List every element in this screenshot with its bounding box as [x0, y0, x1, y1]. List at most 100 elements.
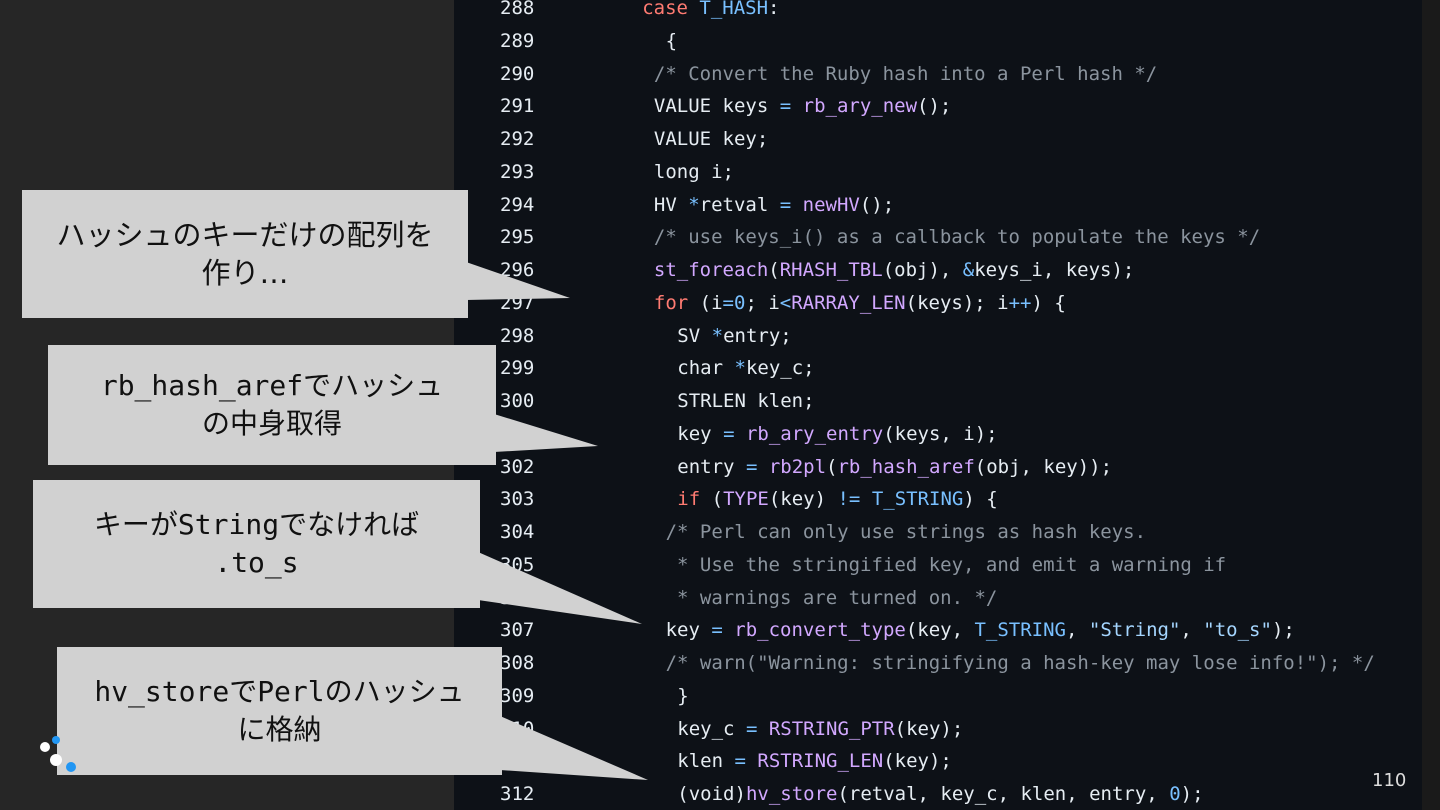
code-text: for (i=0; i<RARRAY_LEN(keys); i++) {	[654, 287, 1066, 320]
callout-2-text: rb_hash_arefでハッシュ の中身取得	[100, 369, 444, 440]
code-text: key = rb_convert_type(key, T_STRING, "St…	[666, 614, 1295, 647]
code-text: {	[666, 25, 677, 58]
code-line: 310 key_c = RSTRING_PTR(key);	[454, 713, 1422, 746]
callout-1-text: ハッシュのキーだけの配列を 作り…	[56, 218, 434, 290]
code-token: (	[826, 455, 838, 478]
line-number: 299	[500, 357, 535, 380]
code-text: case T_HASH:	[642, 0, 779, 25]
code-token: }	[677, 684, 689, 707]
code-token: (void)	[677, 783, 746, 805]
code-text: }	[677, 680, 688, 713]
code-token: key_c;	[745, 357, 815, 380]
code-text: st_foreach(RHASH_TBL(obj), &keys_i, keys…	[654, 254, 1134, 287]
code-line: 302 entry = rb2pl(rb_hash_aref(obj, key))…	[454, 451, 1422, 484]
code-token: T_STRING	[974, 619, 1066, 642]
code-line: 298 SV *entry;	[454, 320, 1422, 353]
code-token: =	[745, 717, 758, 740]
code-line: 309}	[454, 680, 1422, 713]
code-token: RARRAY_LEN	[791, 291, 906, 314]
code-token: VALUE keys	[653, 95, 780, 118]
code-token: hv_store	[745, 783, 838, 805]
code-token: ,	[1180, 619, 1204, 642]
code-line: 291 VALUE keys = rb_ary_new();	[454, 90, 1422, 123]
code-token: key	[665, 619, 712, 642]
code-token: rb2pl	[757, 455, 827, 478]
code-line: 308 /* warn("Warning: stringifying a hash…	[454, 647, 1422, 680]
code-token: <	[779, 291, 792, 314]
code-token: =	[745, 455, 758, 478]
code-text: HV *retval = newHV();	[654, 189, 894, 222]
code-token: *	[711, 324, 724, 347]
code-line: 305 * Use the stringified key, and emit …	[454, 549, 1422, 582]
line-number: 292	[500, 128, 535, 150]
code-token: 0	[1169, 783, 1181, 805]
code-line: 304 /* Perl can only use strings as hash …	[454, 516, 1422, 549]
code-text: key_c = RSTRING_PTR(key);	[677, 713, 963, 746]
line-number: 302	[500, 455, 535, 478]
code-token: ; i	[745, 291, 780, 314]
code-token: STRLEN klen;	[677, 390, 815, 412]
code-token: (keys, i);	[883, 422, 998, 445]
code-text: klen = RSTRING_LEN(key);	[677, 745, 952, 778]
code-token: );	[1271, 619, 1295, 642]
code-token: (key)	[768, 488, 838, 511]
code-token: /* Perl can only use strings as hash key…	[665, 521, 1147, 543]
code-line: 296 st_foreach(RHASH_TBL(obj), &keys_i, k…	[454, 254, 1422, 287]
code-token: * Use the stringified key, and emit a wa…	[665, 553, 1227, 576]
line-number: 295	[500, 226, 535, 249]
code-token: entry	[677, 455, 746, 478]
code-token: long i;	[653, 160, 734, 183]
code-token: RHASH_TBL	[779, 259, 883, 281]
line-number: 297	[500, 291, 535, 314]
code-token: keys_i, keys);	[974, 259, 1135, 281]
code-token: (	[700, 488, 724, 511]
code-line: 306 * warnings are turned on. */	[454, 582, 1422, 615]
code-token: ) {	[963, 488, 998, 511]
code-token: rb_ary_new	[791, 95, 918, 118]
line-number: 304	[500, 521, 535, 543]
code-token: (obj, key));	[974, 455, 1113, 478]
page-number: 110	[1372, 770, 1407, 791]
code-text: /* Perl can only use strings as hash key…	[666, 516, 1146, 549]
code-line: 311 klen = RSTRING_LEN(key);	[454, 745, 1422, 778]
code-token: =	[723, 422, 735, 445]
line-number: 301	[500, 422, 535, 445]
code-text: * Use the stringified key, and emit a wa…	[665, 549, 1227, 582]
code-token: newHV	[791, 193, 860, 216]
code-token: =	[722, 291, 734, 314]
callout-2: rb_hash_arefでハッシュ の中身取得	[48, 345, 496, 465]
line-number: 310	[500, 717, 535, 740]
line-number: 291	[500, 95, 535, 118]
code-token: rb_hash_aref	[837, 455, 975, 478]
code-text: VALUE key;	[654, 123, 768, 156]
code-token: (i	[688, 291, 723, 314]
line-number: 303	[500, 488, 535, 511]
code-token: for	[653, 291, 689, 314]
code-text: /* warn("Warning: stringifying a hash-ke…	[666, 647, 1375, 680]
code-token: key	[677, 422, 724, 445]
code-token: case	[642, 0, 700, 19]
code-token: SV	[677, 324, 712, 347]
code-text: if (TYPE(key) != T_STRING) {	[677, 483, 997, 516]
code-token: (key,	[905, 619, 975, 642]
code-token: 0	[734, 291, 746, 314]
code-token: ) {	[1031, 291, 1066, 314]
code-token: if	[677, 488, 701, 511]
code-line: 292 VALUE key;	[454, 123, 1422, 156]
code-line: 299 char *key_c;	[454, 352, 1422, 385]
code-line: 307 key = rb_convert_type(key, T_STRING, …	[454, 614, 1422, 647]
code-line: 290 /* Convert the Ruby hash into a Perl …	[454, 58, 1422, 91]
code-token: (	[768, 259, 780, 281]
scrollbar-track[interactable]	[1422, 0, 1440, 810]
code-token: TYPE	[723, 488, 769, 511]
code-token: (key);	[894, 717, 964, 740]
line-number: 289	[500, 29, 535, 52]
code-token: =	[734, 750, 746, 773]
callout-4-text: hv_storeでPerlのハッシュ に格納	[94, 675, 465, 746]
code-token: ,	[1066, 619, 1089, 642]
code-token: VALUE key;	[653, 128, 769, 150]
code-text: STRLEN klen;	[677, 385, 814, 418]
code-token: /* use keys_i() as a callback to populat…	[653, 226, 1261, 249]
line-number: 296	[500, 259, 535, 281]
line-number: 307	[500, 619, 535, 642]
